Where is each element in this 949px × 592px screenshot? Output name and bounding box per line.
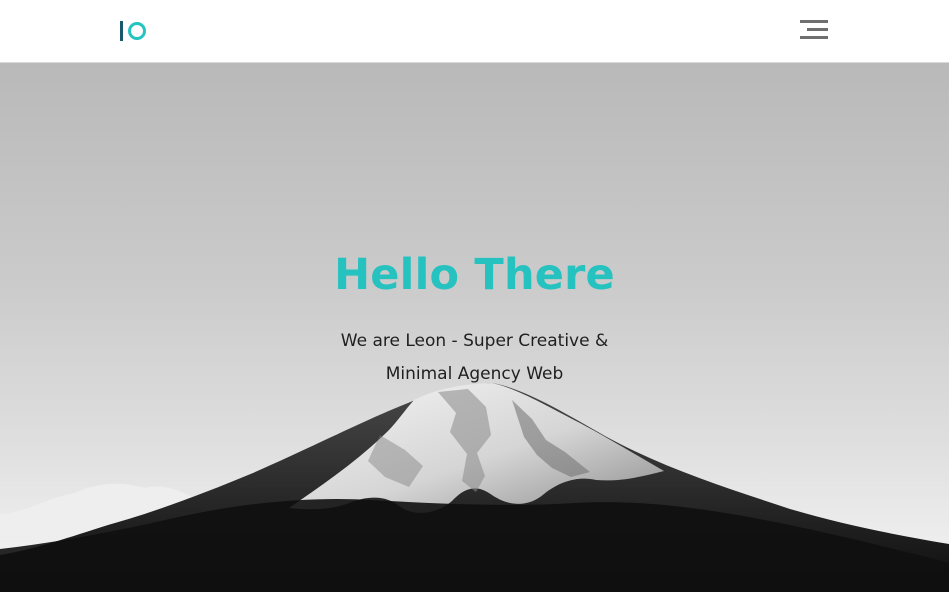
menu-button[interactable] bbox=[798, 18, 832, 42]
hero-tagline-line-1: We are Leon - Super Creative & bbox=[340, 331, 609, 351]
site-header bbox=[0, 0, 949, 63]
logo-bar-mark bbox=[120, 21, 123, 41]
logo[interactable] bbox=[120, 18, 156, 44]
menu-line-top bbox=[800, 20, 828, 23]
menu-line-middle bbox=[807, 28, 828, 31]
hero-tagline-line-2: Minimal Agency Web bbox=[385, 364, 564, 384]
hero-section: Hello There We are Leon - Super Creative… bbox=[0, 63, 949, 592]
hero-tagline: We are Leon - Super Creative & Minimal A… bbox=[310, 325, 640, 391]
menu-line-bottom bbox=[800, 36, 828, 39]
hero-content: Hello There We are Leon - Super Creative… bbox=[0, 247, 949, 391]
hero-title: Hello There bbox=[334, 250, 615, 300]
logo-ring-mark bbox=[128, 22, 146, 40]
